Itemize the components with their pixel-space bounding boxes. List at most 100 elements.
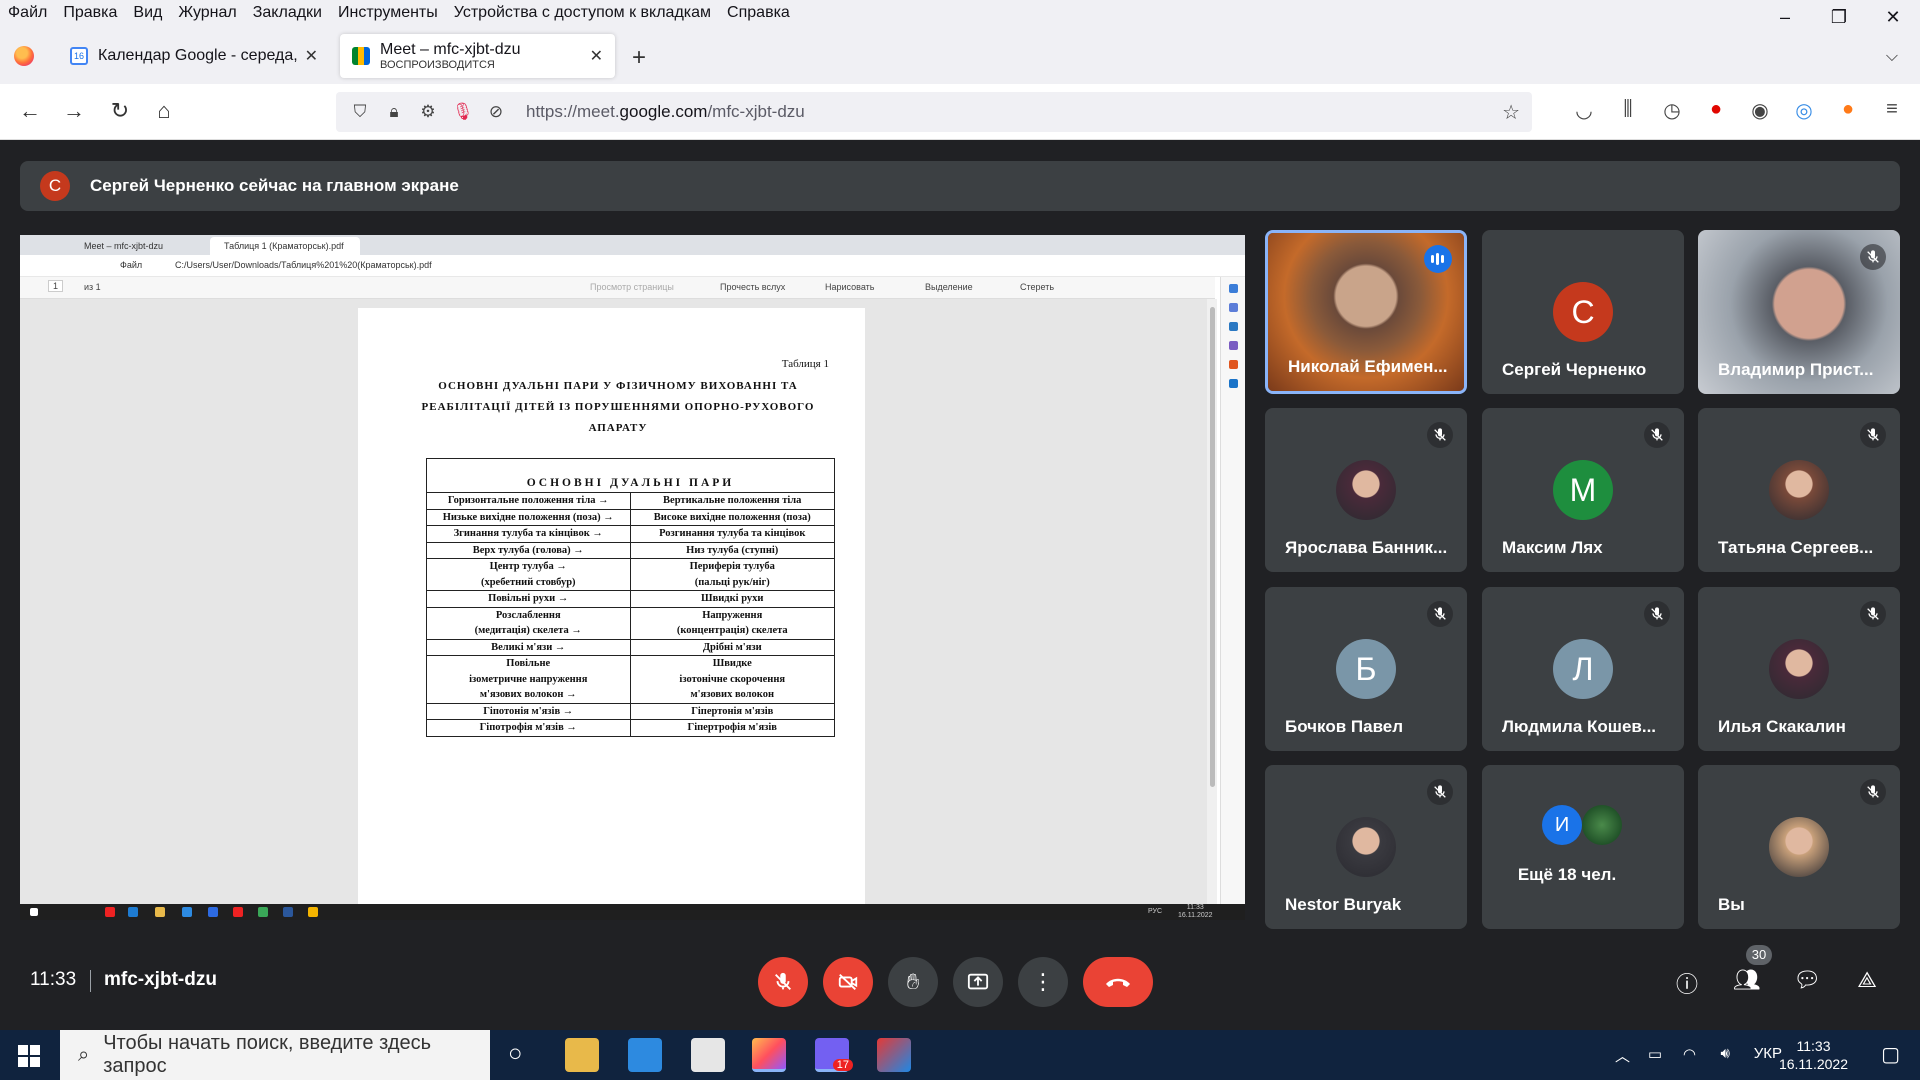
participant-name: Владимир Прист... [1718, 360, 1874, 379]
games-icon [1228, 341, 1238, 350]
menu-edit[interactable]: Правка [55, 4, 125, 22]
raise-hand-button[interactable]: ✋︎ [888, 957, 938, 1007]
menu-bookmarks[interactable]: Закладки [245, 4, 330, 22]
menu-icon[interactable]: ≡ [1870, 98, 1914, 123]
back-icon[interactable]: ← [16, 98, 44, 124]
more-options-button[interactable]: ⋮ [1018, 957, 1068, 1007]
mic-off-icon [775, 972, 791, 990]
url-bar[interactable]: ⛉ 🔒︎ ⚙︎ 🎙︎ ⊘ https://meet.google.com/mfc… [336, 92, 1532, 132]
tracking-protection-icon[interactable]: ⛉ [350, 102, 370, 122]
menu-history[interactable]: Журнал [170, 4, 244, 22]
briefcase-icon [1228, 322, 1238, 331]
participant-tile[interactable]: М Максим Лях [1482, 408, 1684, 572]
participant-tile[interactable]: Ярослава Банник... [1265, 408, 1467, 572]
library-icon[interactable]: ⫼ [1606, 98, 1650, 123]
home-icon[interactable]: ⌂ [150, 98, 178, 124]
close-tab-icon[interactable]: ✕ [305, 46, 318, 66]
erase-label: Стереть [1020, 282, 1055, 292]
windows-start-icon[interactable] [18, 1045, 40, 1067]
participant-tile[interactable]: Вы [1698, 765, 1900, 929]
menu-file[interactable]: Файл [0, 4, 55, 22]
pdf-page: Таблиця 1 ОСНОВНІ ДУАЛЬНІ ПАРИ У ФІЗИЧНО… [358, 308, 865, 908]
mail-icon[interactable] [691, 1038, 725, 1072]
hang-up-icon [1106, 978, 1130, 987]
viber-icon[interactable]: 17 [815, 1038, 853, 1072]
volume-icon[interactable]: 🔊︎ [1721, 1045, 1730, 1062]
menu-view[interactable]: Вид [125, 4, 170, 22]
pocket-icon[interactable]: ◡ [1562, 98, 1606, 123]
shared-tab-active: Таблиця 1 (Краматорськ).pdf [210, 237, 360, 255]
meeting-time: 11:33 [30, 969, 77, 990]
close-tab-icon[interactable]: ✕ [590, 46, 603, 66]
present-screen-button[interactable] [953, 957, 1003, 1007]
participant-tile[interactable]: Б Бочков Павел [1265, 587, 1467, 751]
participant-photo [1336, 460, 1396, 520]
reload-icon[interactable]: ↻ [106, 98, 134, 124]
new-tab-icon[interactable]: + [632, 44, 646, 72]
mail-icon [208, 907, 218, 917]
table-row: Повільні рухи → Швидкі рухи [427, 591, 834, 608]
participant-tile[interactable]: Татьяна Сергеев... [1698, 408, 1900, 572]
forward-icon[interactable]: → [60, 98, 88, 124]
table-cell-left: Розслаблення (медитація) скелета → [427, 607, 631, 639]
notifications-icon[interactable]: ▢ [1881, 1042, 1900, 1067]
tab-google-calendar[interactable]: 16 Календар Google - середа, 16 ✕ [58, 34, 330, 78]
list-tabs-icon[interactable]: ⌵ [1886, 48, 1898, 66]
tab-google-meet[interactable]: Meet – mfc-xjbt-dzu ВОСПРОИЗВОДИТСЯ ✕ [340, 34, 615, 78]
menu-help[interactable]: Справка [719, 4, 798, 22]
menu-synced-tabs[interactable]: Устройства с доступом к вкладкам [446, 4, 719, 22]
camera-off-button[interactable] [823, 957, 873, 1007]
language-indicator[interactable]: УКР [1754, 1045, 1782, 1062]
more-vert-icon: ⋮ [1032, 969, 1054, 994]
history-icon[interactable]: ◷ [1650, 98, 1694, 123]
document-title: ОСНОВНІ ДУАЛЬНІ ПАРИ У ФІЗИЧНОМУ ВИХОВАН… [421, 380, 815, 434]
microphone-icon[interactable]: 🎙︎ [452, 102, 474, 122]
lock-icon[interactable]: 🔒︎ [384, 102, 404, 122]
participant-name: Максим Лях [1502, 538, 1603, 557]
activities-icon[interactable]: ⟁ [1853, 967, 1881, 995]
leave-call-button[interactable] [1083, 957, 1153, 1007]
meeting-details-icon[interactable]: ⓘ [1673, 967, 1701, 997]
tray-chevron-icon[interactable]: ︿ [1615, 1045, 1630, 1066]
table-cell-left: Горизонтальне положення тіла → [427, 493, 631, 509]
participant-name: Ярослава Банник... [1285, 538, 1448, 557]
chat-icon[interactable]: 💬︎ [1793, 967, 1821, 995]
google-calendar-icon: 16 [70, 47, 88, 65]
table-cell-right: Високе вихідне положення (поза) [653, 511, 811, 523]
navigation-bar: ← → ↻ ⌂ ⛉ 🔒︎ ⚙︎ 🎙︎ ⊘ https://meet.google… [0, 84, 1920, 140]
extension-orange-icon[interactable]: ● [1826, 98, 1870, 123]
system-clock[interactable]: 11:33 16.11.2022 [1779, 1037, 1848, 1073]
participant-avatar: М [1553, 460, 1613, 520]
camera-blocked-icon[interactable]: ⊘ [486, 102, 506, 122]
battery-icon[interactable]: ▭ [1648, 1045, 1662, 1063]
people-icon[interactable]: 👥︎ [1733, 967, 1761, 995]
windows-search-box[interactable]: ⌕ Чтобы начать поиск, введите здесь запр… [60, 1030, 490, 1080]
opera-extension-icon[interactable]: ● [1694, 98, 1738, 123]
permissions-icon[interactable]: ⚙︎ [418, 102, 438, 122]
participant-tile[interactable]: И Ещё 18 чел. [1482, 765, 1684, 929]
participant-tile[interactable]: Илья Скакалин [1698, 587, 1900, 751]
wifi-icon[interactable]: ◠ [1683, 1045, 1696, 1063]
extension-icon[interactable]: ◉ [1738, 98, 1782, 123]
cortana-icon[interactable]: ○ [508, 1040, 523, 1068]
participant-tile[interactable]: Николай Ефимен... [1265, 230, 1467, 394]
file-explorer-icon[interactable] [565, 1038, 599, 1072]
participant-tile[interactable]: Nestor Buryak [1265, 765, 1467, 929]
extension-blue-icon[interactable]: ◎ [1782, 98, 1826, 123]
participant-tile[interactable]: Владимир Прист... [1698, 230, 1900, 394]
chrome-icon [258, 907, 268, 917]
maps-icon[interactable] [877, 1038, 911, 1072]
bookmark-star-icon[interactable]: ☆ [1502, 100, 1520, 125]
participant-tile[interactable]: Л Людмила Кошев... [1482, 587, 1684, 751]
firefox-view-icon[interactable] [14, 46, 34, 66]
store-icon[interactable] [628, 1038, 662, 1072]
participant-name: Илья Скакалин [1718, 717, 1846, 736]
menu-tools[interactable]: Инструменты [330, 4, 446, 22]
table-row: Гіпотрофія м'язів → Гіпертрофія м'язів [427, 720, 834, 736]
shared-browser-tabs: Meet – mfc-xjbt-dzu Таблиця 1 (Краматорс… [20, 235, 1245, 255]
shared-lang: РУС [1148, 908, 1163, 915]
shared-address: C:/Users/User/Downloads/Таблиця%201%20(К… [175, 260, 432, 270]
firefox-icon[interactable] [752, 1038, 786, 1072]
participant-tile[interactable]: С Сергей Черненко [1482, 230, 1684, 394]
mic-off-button[interactable] [758, 957, 808, 1007]
